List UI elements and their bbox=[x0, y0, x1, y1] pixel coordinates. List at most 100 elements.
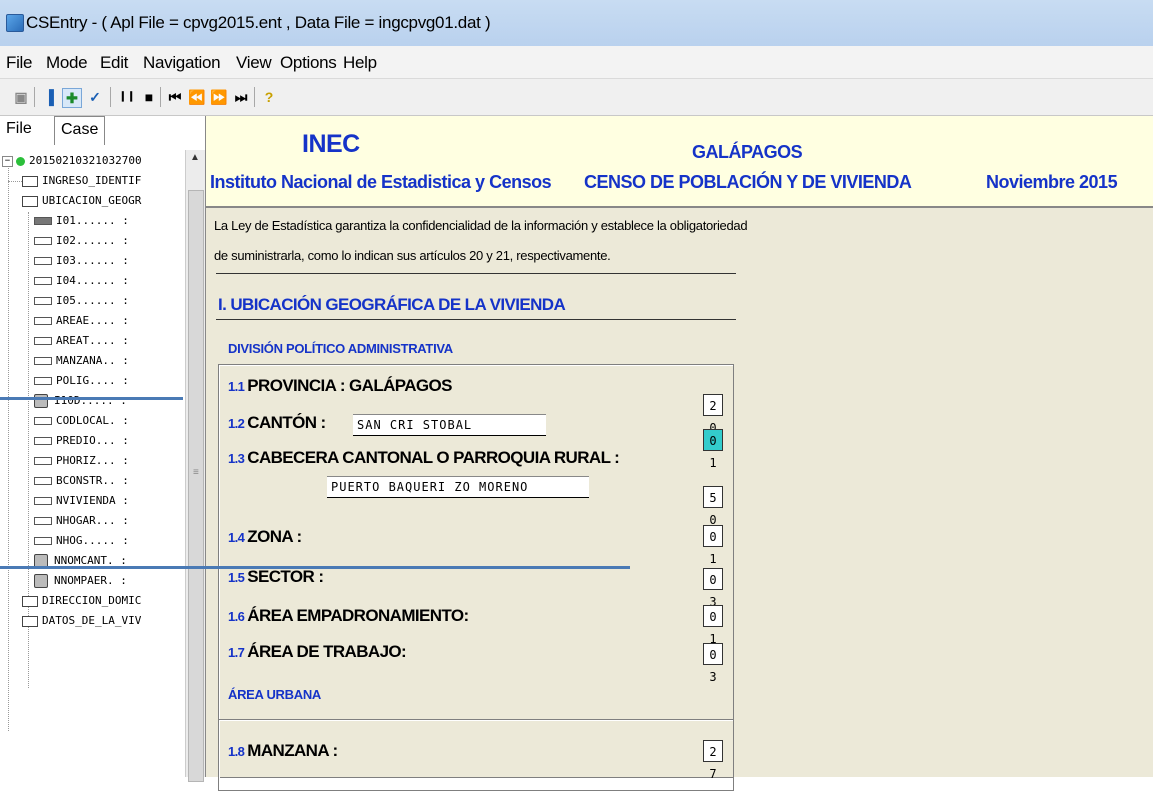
pause-icon[interactable]: ❙❙ bbox=[118, 88, 136, 106]
tree-node-ingreso-identif[interactable]: INGRESO_IDENTIF bbox=[2, 172, 141, 190]
menu-help[interactable]: Help bbox=[343, 53, 377, 73]
question-label: CANTÓN : bbox=[247, 413, 326, 432]
first-case-icon[interactable]: ⏮ bbox=[166, 88, 184, 106]
field-icon bbox=[34, 217, 52, 225]
tree-field-nhog[interactable]: NHOG..... : bbox=[26, 532, 129, 550]
sector-code-field[interactable]: 0 3 bbox=[703, 568, 723, 609]
tree-field-nhogar[interactable]: NHOGAR... : bbox=[26, 512, 129, 530]
field-icon bbox=[34, 417, 52, 425]
tree-scrollbar[interactable]: ▲ ≡ bbox=[185, 150, 205, 782]
tree-field-predio[interactable]: PREDIO... : bbox=[26, 432, 129, 450]
tree-field-i10d[interactable]: I10D..... : bbox=[26, 392, 127, 410]
divider bbox=[216, 319, 736, 320]
area-trabajo-code-field[interactable]: 0 3 bbox=[703, 643, 723, 684]
tree-node-datos-de-la-viv[interactable]: DATOS_DE_LA_VIV bbox=[2, 612, 141, 630]
tree-field-i03[interactable]: I03...... : bbox=[26, 252, 129, 270]
cabecera-code-field[interactable]: 5 0 bbox=[703, 486, 723, 527]
manzana-code-field[interactable]: 2 7 bbox=[703, 740, 723, 781]
menu-view[interactable]: View bbox=[236, 53, 272, 73]
question-number: 1.3 bbox=[228, 451, 245, 466]
tree-field-areat[interactable]: AREAT.... : bbox=[26, 332, 129, 350]
tree-field-manzana[interactable]: MANZANA.. : bbox=[26, 352, 129, 370]
scrollbar-thumb[interactable]: ≡ bbox=[188, 190, 204, 782]
tree-field-nnompaer[interactable]: NNOMPAER. : bbox=[26, 572, 127, 590]
tree-field-label: I02...... : bbox=[56, 234, 129, 247]
scroll-up-icon[interactable]: ▲ bbox=[190, 152, 200, 163]
menu-bar: File Mode Edit Navigation View Options H… bbox=[0, 46, 1153, 79]
record-icon bbox=[22, 595, 38, 607]
window-title: CSEntry - ( Apl File = cpvg2015.ent , Da… bbox=[26, 13, 491, 32]
tree-field-nvivienda[interactable]: NVIVIENDA : bbox=[26, 492, 129, 510]
annotation-line bbox=[0, 566, 630, 569]
open-icon[interactable]: ▣ bbox=[12, 88, 30, 106]
question-number: 1.7 bbox=[228, 645, 245, 660]
menu-edit[interactable]: Edit bbox=[100, 53, 128, 73]
tree-field-i01[interactable]: I01...... : bbox=[26, 212, 129, 230]
sidebar-tabs: File Case bbox=[0, 116, 205, 148]
q-cabecera: 1.3 CABECERA CANTONAL O PARROQUIA RURAL : bbox=[228, 448, 620, 468]
canton-name-field[interactable]: SAN CRI STOBAL bbox=[353, 414, 546, 436]
add-case-icon[interactable]: ▐ bbox=[40, 88, 58, 106]
tab-file[interactable]: File bbox=[6, 120, 32, 138]
tree-field-label: I03...... : bbox=[56, 254, 129, 267]
collapse-icon[interactable]: − bbox=[2, 155, 13, 167]
tree-node-direccion-domic[interactable]: DIRECCION_DOMIC bbox=[2, 592, 141, 610]
field-icon bbox=[34, 437, 52, 445]
org-short-name: INEC bbox=[302, 130, 360, 158]
q-canton: 1.2 CANTÓN : bbox=[228, 413, 326, 433]
modify-case-icon[interactable]: ✓ bbox=[86, 88, 104, 106]
tree-field-bconstr[interactable]: BCONSTR.. : bbox=[26, 472, 129, 490]
tree-node-label: DIRECCION_DOMIC bbox=[42, 594, 142, 607]
tree-field-areae[interactable]: AREAE.... : bbox=[26, 312, 129, 330]
previous-case-icon[interactable]: ⏪ bbox=[188, 88, 206, 106]
urban-area-title: ÁREA URBANA bbox=[228, 687, 321, 702]
field-icon bbox=[34, 277, 52, 285]
lock-icon bbox=[34, 574, 48, 588]
menu-file[interactable]: File bbox=[6, 53, 33, 73]
tree-field-label: NNOMPAER. : bbox=[54, 574, 127, 587]
region-name: GALÁPAGOS bbox=[692, 142, 803, 162]
next-case-icon[interactable]: ⏩ bbox=[210, 88, 228, 106]
census-name: CENSO DE POBLACIÓN Y DE VIVIENDA bbox=[584, 172, 912, 192]
tree-field-label: I01...... : bbox=[56, 214, 129, 227]
insert-case-icon[interactable]: ✚ bbox=[62, 88, 82, 108]
q-area-trabajo: 1.7 ÁREA DE TRABAJO: bbox=[228, 642, 407, 662]
toolbar: ▣ ▐ ✚ ✓ ❙❙ ■ ⏮ ⏪ ⏩ ⏭ ? bbox=[0, 79, 1153, 116]
tree-field-codlocal[interactable]: CODLOCAL. : bbox=[26, 412, 129, 430]
tree-node-label: UBICACION_GEOGR bbox=[42, 194, 142, 207]
q-manzana: 1.8 MANZANA : bbox=[228, 741, 338, 761]
question-label: ÁREA DE TRABAJO: bbox=[247, 642, 407, 661]
tree-field-label: PHORIZ... : bbox=[56, 454, 129, 467]
annotation-line bbox=[0, 397, 183, 400]
legal-notice-line-2: de suministrarla, como lo indican sus ar… bbox=[214, 248, 611, 263]
question-number: 1.4 bbox=[228, 530, 245, 545]
last-case-icon[interactable]: ⏭ bbox=[232, 88, 250, 106]
tree-field-label: I04...... : bbox=[56, 274, 129, 287]
tree-node-ubicacion-geogr[interactable]: UBICACION_GEOGR bbox=[2, 192, 141, 210]
menu-options[interactable]: Options bbox=[280, 53, 337, 73]
canton-code-field[interactable]: 0 1 bbox=[703, 429, 723, 470]
tree-node-label: INGRESO_IDENTIF bbox=[42, 174, 142, 187]
tree-field-i02[interactable]: I02...... : bbox=[26, 232, 129, 250]
field-icon bbox=[34, 477, 52, 485]
tree-node-case-root[interactable]: − 20150210321032700 bbox=[2, 152, 142, 170]
record-icon bbox=[22, 615, 38, 627]
area-empadronamiento-code-field[interactable]: 0 1 bbox=[703, 605, 723, 646]
field-icon bbox=[34, 357, 52, 365]
provincia-code-field[interactable]: 2 0 bbox=[703, 394, 723, 435]
field-icon bbox=[34, 297, 52, 305]
field-icon bbox=[34, 517, 52, 525]
zona-code-field[interactable]: 0 1 bbox=[703, 525, 723, 566]
stop-icon[interactable]: ■ bbox=[140, 88, 158, 106]
tree-field-i05[interactable]: I05...... : bbox=[26, 292, 129, 310]
menu-mode[interactable]: Mode bbox=[46, 53, 88, 73]
cabecera-name-field[interactable]: PUERTO BAQUERI ZO MORENO bbox=[327, 476, 589, 498]
tab-case[interactable]: Case bbox=[54, 116, 106, 145]
tree-field-label: NHOG..... : bbox=[56, 534, 129, 547]
tree-field-i04[interactable]: I04...... : bbox=[26, 272, 129, 290]
help-icon[interactable]: ? bbox=[260, 88, 278, 106]
menu-navigation[interactable]: Navigation bbox=[143, 53, 221, 73]
tree-field-label: NHOGAR... : bbox=[56, 514, 129, 527]
tree-field-polig[interactable]: POLIG.... : bbox=[26, 372, 129, 390]
tree-field-phoriz[interactable]: PHORIZ... : bbox=[26, 452, 129, 470]
